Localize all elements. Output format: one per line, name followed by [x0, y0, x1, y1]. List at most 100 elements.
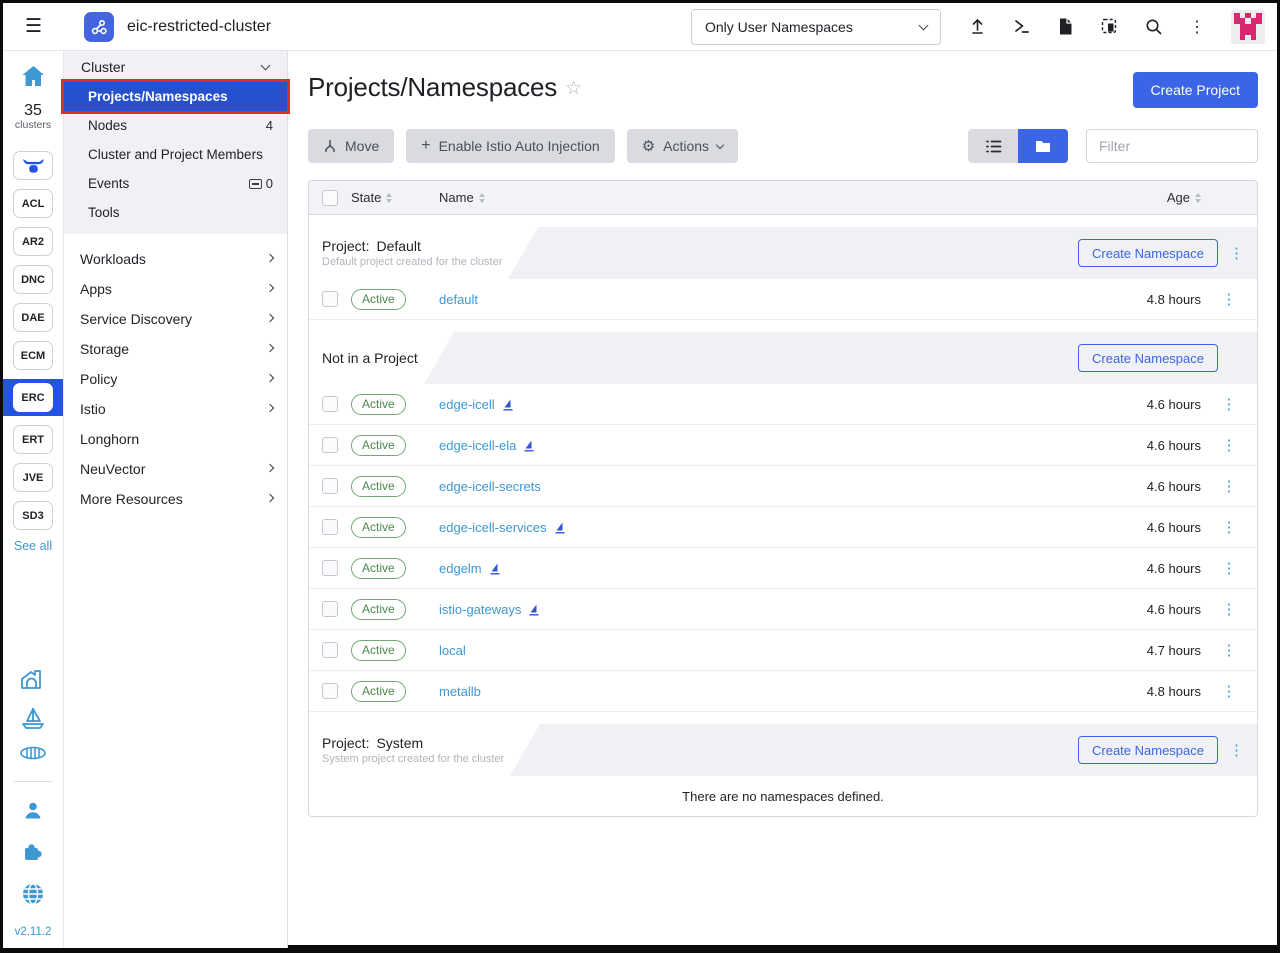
actions-dropdown-button[interactable]: ⚙ Actions: [627, 129, 738, 163]
sidebar-item-events[interactable]: Events 0: [64, 169, 287, 198]
sidebar-item-longhorn[interactable]: Longhorn: [64, 424, 287, 454]
row-menu-icon[interactable]: ⋮: [1222, 643, 1237, 658]
cluster-shortcut-ar2[interactable]: AR2: [13, 227, 53, 256]
row-checkbox[interactable]: [322, 519, 338, 535]
filter-input[interactable]: [1086, 129, 1258, 163]
chevron-down-icon: [919, 20, 929, 30]
fleet-sailboat-icon[interactable]: [20, 706, 46, 730]
cluster-shortcut-dae[interactable]: DAE: [13, 303, 53, 332]
row-menu-icon[interactable]: ⋮: [1222, 684, 1237, 699]
create-namespace-button[interactable]: Create Namespace: [1078, 344, 1218, 372]
row-menu-icon[interactable]: ⋮: [1222, 438, 1237, 453]
row-menu-icon[interactable]: ⋮: [1222, 479, 1237, 494]
user-avatar[interactable]: [1231, 10, 1265, 44]
cluster-shortcut-ert[interactable]: ERT: [13, 425, 53, 454]
longhorn-rope-icon[interactable]: [19, 745, 47, 761]
sidebar-item-apps[interactable]: Apps: [64, 274, 287, 304]
cluster-shortcut-rancher[interactable]: [13, 151, 53, 180]
row-menu-icon[interactable]: ⋮: [1222, 292, 1237, 307]
harvester-icon[interactable]: [20, 667, 46, 691]
row-checkbox[interactable]: [322, 437, 338, 453]
top-bar: ☰ eic-restricted-cluster Only User Names…: [3, 3, 1277, 51]
sort-icon: [386, 193, 392, 203]
cluster-shortcut-ecm[interactable]: ECM: [13, 341, 53, 370]
list-view-button[interactable]: [968, 129, 1018, 163]
namespace-link[interactable]: istio-gateways: [439, 602, 521, 617]
column-header-age[interactable]: Age: [1167, 190, 1201, 205]
create-project-button[interactable]: Create Project: [1133, 72, 1258, 108]
row-checkbox[interactable]: [322, 683, 338, 699]
cluster-shortcut-erc-active[interactable]: ERC: [13, 383, 53, 412]
row-menu-icon[interactable]: ⋮: [1222, 520, 1237, 535]
sidebar-item-workloads[interactable]: Workloads: [64, 244, 287, 274]
row-menu-icon[interactable]: ⋮: [1222, 602, 1237, 617]
row-checkbox[interactable]: [322, 560, 338, 576]
sidebar-item-policy[interactable]: Policy: [64, 364, 287, 394]
grouped-view-button[interactable]: [1018, 129, 1068, 163]
kubectl-shell-icon[interactable]: [999, 17, 1043, 36]
header-kebab-icon[interactable]: ⋮: [1175, 17, 1219, 37]
import-yaml-icon[interactable]: [1087, 17, 1131, 36]
namespace-link[interactable]: edge-icell: [439, 397, 495, 412]
group-menu-icon[interactable]: ⋮: [1229, 743, 1244, 758]
row-checkbox[interactable]: [322, 291, 338, 307]
age-cell: 4.6 hours: [1051, 561, 1201, 576]
cluster-section-header[interactable]: Cluster: [64, 51, 287, 82]
group-not-in-project: Not in a Project Create Namespace ⋮: [309, 332, 1257, 384]
docs-icon[interactable]: [1043, 17, 1087, 36]
create-namespace-button[interactable]: Create Namespace: [1078, 239, 1218, 267]
create-namespace-button[interactable]: Create Namespace: [1078, 736, 1218, 764]
status-badge: Active: [351, 681, 406, 702]
column-header-state[interactable]: State: [351, 190, 439, 205]
namespace-link[interactable]: edgelm: [439, 561, 482, 576]
row-checkbox[interactable]: [322, 396, 338, 412]
sidebar-item-istio[interactable]: Istio: [64, 394, 287, 424]
view-toggle: [968, 129, 1068, 163]
namespace-link[interactable]: edge-icell-services: [439, 520, 547, 535]
select-all-checkbox[interactable]: [322, 190, 338, 206]
sidebar-item-storage[interactable]: Storage: [64, 334, 287, 364]
row-menu-icon[interactable]: ⋮: [1222, 561, 1237, 576]
sidebar-item-neuvector[interactable]: NeuVector: [64, 454, 287, 484]
cluster-shortcut-sd3[interactable]: SD3: [13, 501, 53, 530]
globe-icon[interactable]: [21, 882, 45, 906]
sidebar-item-projects-namespaces[interactable]: Projects/Namespaces: [64, 82, 287, 111]
row-checkbox[interactable]: [322, 478, 338, 494]
namespace-filter-dropdown[interactable]: Only User Namespaces: [691, 9, 941, 45]
sidebar-item-nodes[interactable]: Nodes 4: [64, 111, 287, 140]
sidebar-item-cluster-members[interactable]: Cluster and Project Members: [64, 140, 287, 169]
istio-injection-icon: [503, 399, 513, 411]
upload-icon[interactable]: [955, 17, 999, 36]
cluster-shortcut-acl[interactable]: ACL: [13, 189, 53, 218]
sidebar-item-tools[interactable]: Tools: [64, 198, 287, 227]
row-menu-icon[interactable]: ⋮: [1222, 397, 1237, 412]
cluster-shortcut-dnc[interactable]: DNC: [13, 265, 53, 294]
enable-istio-auto-injection-button[interactable]: + Enable Istio Auto Injection: [406, 129, 614, 163]
row-checkbox[interactable]: [322, 601, 338, 617]
namespace-link[interactable]: metallb: [439, 684, 481, 699]
search-icon[interactable]: [1131, 17, 1175, 36]
namespace-link[interactable]: local: [439, 643, 466, 658]
cluster-shortcut-jve[interactable]: JVE: [13, 463, 53, 492]
table-row: Active metallb 4.8 hours ⋮: [309, 671, 1257, 712]
home-icon[interactable]: [21, 65, 46, 88]
group-menu-icon[interactable]: ⋮: [1229, 246, 1244, 261]
sidebar-item-service-discovery[interactable]: Service Discovery: [64, 304, 287, 334]
cluster-name: eic-restricted-cluster: [127, 18, 271, 36]
hamburger-menu-icon[interactable]: ☰: [25, 17, 42, 36]
sidebar-item-more-resources[interactable]: More Resources: [64, 484, 287, 514]
namespace-link[interactable]: edge-icell-secrets: [439, 479, 541, 494]
row-checkbox[interactable]: [322, 642, 338, 658]
namespace-link[interactable]: default: [439, 292, 478, 307]
column-header-name[interactable]: Name: [439, 190, 485, 205]
age-cell: 4.8 hours: [1051, 292, 1201, 307]
version-label[interactable]: v2.11.2: [15, 926, 52, 938]
namespace-link[interactable]: edge-icell-ela: [439, 438, 516, 453]
age-cell: 4.6 hours: [1051, 397, 1201, 412]
user-settings-icon[interactable]: [22, 800, 44, 822]
move-button[interactable]: Move: [308, 129, 394, 163]
cluster-brand[interactable]: eic-restricted-cluster: [84, 12, 271, 42]
see-all-link[interactable]: See all: [14, 539, 52, 553]
extensions-puzzle-icon[interactable]: [21, 840, 45, 864]
favorite-star-icon[interactable]: ☆: [565, 77, 582, 100]
